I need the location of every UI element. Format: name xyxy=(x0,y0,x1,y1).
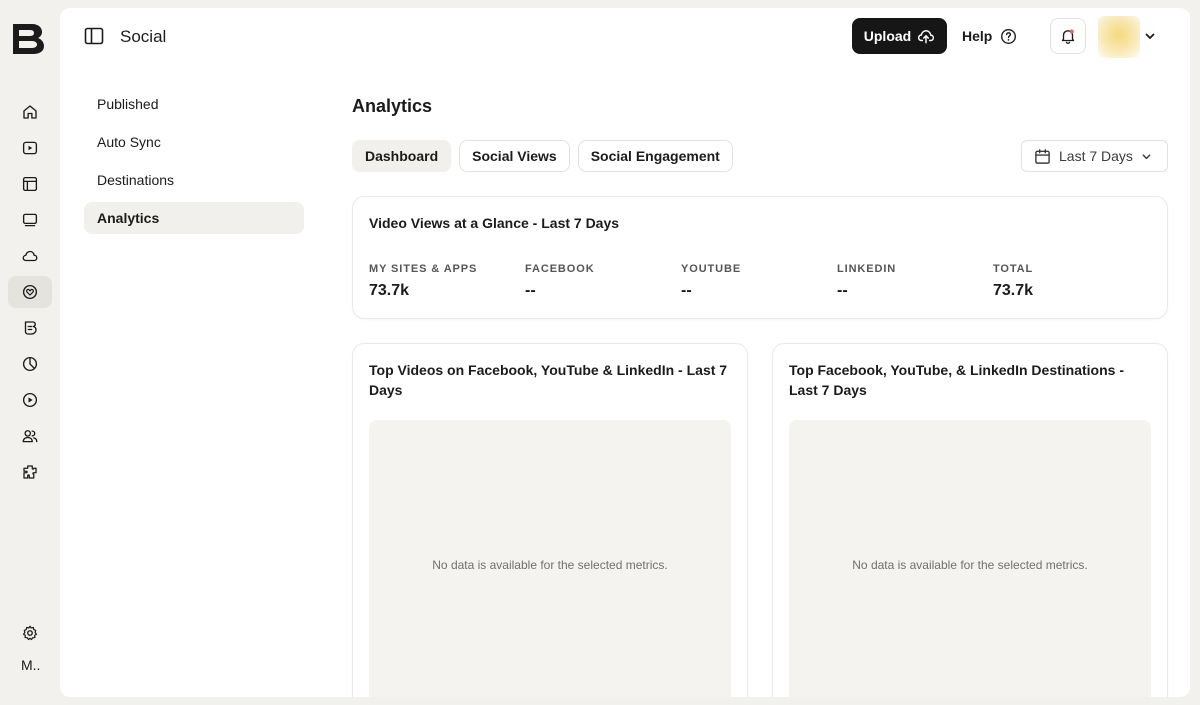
subnav-item-published[interactable]: Published xyxy=(84,88,304,120)
stat-value: 73.7k xyxy=(993,282,1034,299)
calendar-icon xyxy=(1035,148,1050,164)
cloud-icon xyxy=(22,250,38,262)
tab-dashboard[interactable]: Dashboard xyxy=(352,140,452,172)
glance-stats: MY SITES & APPS 73.7k FACEBOOK -- YOUTUB… xyxy=(369,263,1149,300)
date-range-select[interactable]: Last 7 Days xyxy=(1021,140,1168,172)
stat-value: -- xyxy=(837,282,848,299)
sidebar-toggle-icon xyxy=(84,27,104,45)
cloud-upload-icon xyxy=(918,30,935,44)
rail-social-button[interactable] xyxy=(8,276,52,308)
help-button[interactable]: Help xyxy=(962,18,1017,54)
main-panel: Social Upload Help Published Auto Sync D… xyxy=(60,8,1190,697)
rail-integrations-button[interactable] xyxy=(8,456,52,488)
stat-my-sites-apps: MY SITES & APPS 73.7k xyxy=(369,263,525,300)
subnav-item-auto-sync[interactable]: Auto Sync xyxy=(84,126,304,158)
rail-library-button[interactable] xyxy=(8,168,52,200)
top-videos-title: Top Videos on Facebook, YouTube & Linked… xyxy=(369,362,728,398)
account-initial[interactable]: M.. xyxy=(21,657,40,673)
gear-icon xyxy=(22,625,38,641)
home-icon xyxy=(23,105,37,119)
upload-button[interactable]: Upload xyxy=(852,18,947,54)
stat-label: MY SITES & APPS xyxy=(369,263,478,275)
top-destinations-card: Top Facebook, YouTube, & LinkedIn Destin… xyxy=(772,343,1168,697)
social-subnav: Published Auto Sync Destinations Analyti… xyxy=(84,88,304,240)
brand-icon xyxy=(24,321,37,335)
top-videos-card: Top Videos on Facebook, YouTube & Linked… xyxy=(352,343,748,697)
sidebar-toggle-button[interactable] xyxy=(84,27,104,45)
rail-cloud-button[interactable] xyxy=(8,240,52,272)
rail-live-button[interactable] xyxy=(8,384,52,416)
subnav-item-destinations[interactable]: Destinations xyxy=(84,164,304,196)
notifications-button[interactable] xyxy=(1050,18,1086,54)
bell-icon xyxy=(1061,29,1075,45)
stat-value: -- xyxy=(525,282,536,299)
rail-analytics-button[interactable] xyxy=(8,348,52,380)
integrations-icon xyxy=(23,465,37,479)
stat-value: -- xyxy=(681,282,692,299)
stat-total: TOTAL 73.7k xyxy=(993,263,1149,300)
stat-youtube: YOUTUBE -- xyxy=(681,263,837,300)
stat-facebook: FACEBOOK -- xyxy=(525,263,681,300)
rail-videos-button[interactable] xyxy=(8,132,52,164)
upload-button-label: Upload xyxy=(863,28,912,44)
video-views-glance-card: Video Views at a Glance - Last 7 Days MY… xyxy=(352,196,1168,319)
tab-social-views[interactable]: Social Views xyxy=(459,140,570,172)
analytics-pie-icon xyxy=(22,356,38,372)
rail-users-button[interactable] xyxy=(8,420,52,452)
tab-social-engagement[interactable]: Social Engagement xyxy=(577,140,733,172)
social-heart-icon xyxy=(22,284,38,300)
top-destinations-title: Top Facebook, YouTube, & LinkedIn Destin… xyxy=(789,362,1124,398)
page-title: Analytics xyxy=(352,96,433,116)
top-videos-empty-state: No data is available for the selected me… xyxy=(369,420,731,697)
stat-linkedin: LINKEDIN -- xyxy=(837,263,993,300)
chevron-down-icon xyxy=(1142,153,1151,159)
analytics-tabs: Dashboard Social Views Social Engagement xyxy=(352,140,733,172)
chevron-down-icon[interactable] xyxy=(1144,30,1156,42)
live-play-icon xyxy=(22,392,38,408)
top-destinations-empty-state: No data is available for the selected me… xyxy=(789,420,1151,697)
app-rail: M.. xyxy=(0,0,60,705)
player-icon xyxy=(22,213,38,227)
section-title: Social xyxy=(120,27,167,46)
users-icon xyxy=(22,430,38,443)
library-icon xyxy=(22,176,38,192)
stat-value: 73.7k xyxy=(369,282,410,299)
subnav-item-analytics[interactable]: Analytics xyxy=(84,202,304,234)
user-avatar[interactable] xyxy=(1098,16,1140,58)
stat-label: TOTAL xyxy=(993,263,1034,275)
stat-label: FACEBOOK xyxy=(525,263,595,275)
rail-home-button[interactable] xyxy=(8,96,52,128)
rail-settings-button[interactable] xyxy=(8,617,52,649)
video-play-icon xyxy=(22,141,38,155)
rail-player-button[interactable] xyxy=(8,204,52,236)
stat-label: YOUTUBE xyxy=(681,263,742,275)
date-range-value: Last 7 Days xyxy=(1059,148,1133,164)
stat-label: LINKEDIN xyxy=(837,263,897,275)
glance-card-title: Video Views at a Glance - Last 7 Days xyxy=(369,215,620,231)
brand-logo[interactable] xyxy=(10,22,46,56)
help-button-label: Help xyxy=(962,28,993,44)
rail-brand-button[interactable] xyxy=(8,312,52,344)
help-circle-icon xyxy=(1001,28,1017,44)
